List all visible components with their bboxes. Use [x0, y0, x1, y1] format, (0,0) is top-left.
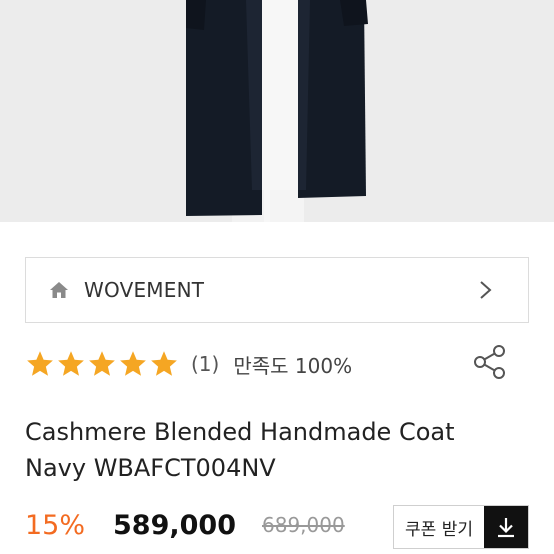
star-icon	[149, 349, 179, 379]
sale-price: 589,000	[113, 509, 236, 541]
share-icon[interactable]	[473, 344, 507, 380]
coupon-button-label: 쿠폰 받기	[405, 519, 473, 540]
review-count[interactable]: (1)	[191, 352, 219, 376]
chevron-right-icon	[474, 279, 496, 301]
rating-stars[interactable]	[25, 349, 179, 379]
star-icon	[25, 349, 55, 379]
original-price: 689,000	[262, 513, 345, 537]
home-icon	[48, 279, 70, 301]
star-icon	[118, 349, 148, 379]
product-photo-illustration	[0, 0, 554, 222]
star-icon	[56, 349, 86, 379]
download-icon	[484, 506, 528, 548]
coupon-download-button[interactable]: 쿠폰 받기	[393, 505, 529, 549]
discount-rate: 15%	[25, 509, 86, 541]
brand-link[interactable]: WOVEMENT	[25, 257, 529, 323]
star-icon	[87, 349, 117, 379]
product-title: Cashmere Blended Handmade Coat Navy WBAF…	[25, 418, 455, 482]
rating-row: (1) 만족도 100%	[25, 344, 529, 384]
product-image[interactable]	[0, 0, 554, 222]
satisfaction-rate: 만족도 100%	[233, 353, 353, 378]
brand-name: WOVEMENT	[84, 278, 205, 302]
